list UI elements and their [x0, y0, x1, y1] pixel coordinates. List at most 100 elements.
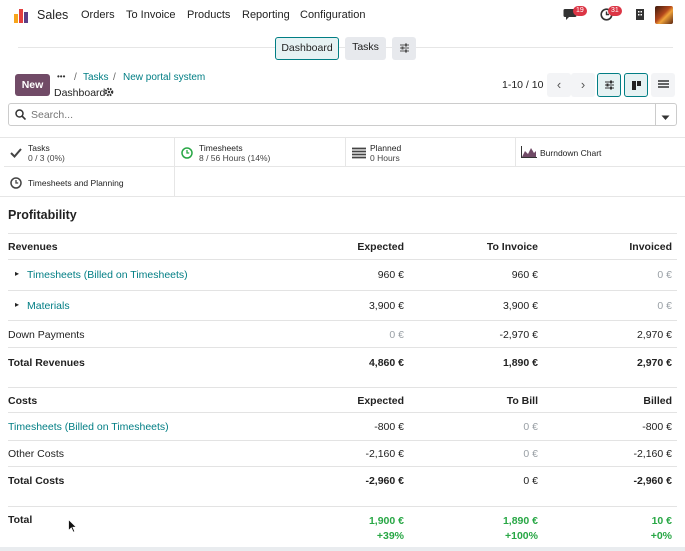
menu-orders[interactable]: Orders: [81, 9, 115, 21]
stat-timesheets-and-planning[interactable]: Timesheets and Planning: [4, 167, 175, 197]
cell-expected: 0 €: [389, 329, 404, 341]
stat-title: Tasks: [28, 143, 50, 153]
cell-to-bill: 0 €: [523, 475, 538, 487]
total-costs-row: Total Costs -2,960 € 0 € -2,960 €: [8, 467, 677, 495]
breadcrumb-tasks[interactable]: Tasks: [83, 72, 109, 83]
search-input[interactable]: [31, 107, 631, 122]
cell-to-invoice: -2,970 €: [499, 329, 538, 341]
cell-invoiced: 2,970 €: [636, 357, 672, 369]
chevron-right-icon: ›: [580, 77, 586, 92]
table-row: Other Costs -2,160 € 0 € -2,160 €: [8, 441, 677, 467]
cell-expected-percent: +39%: [376, 530, 404, 542]
costs-header-row: Costs Expected To Bill Billed: [8, 388, 677, 413]
gear-icon[interactable]: [104, 87, 114, 100]
tasks-icon: [352, 147, 366, 159]
clock-icon: [10, 177, 22, 189]
row-label-link[interactable]: Timesheets (Billed on Timesheets): [27, 269, 188, 281]
stat-value: 8 / 56 Hours (14%): [199, 153, 271, 163]
cell-expected: 1,900 €: [368, 515, 404, 527]
cell-expected: -2,960 €: [365, 475, 404, 487]
table-row[interactable]: ▸ Timesheets (Billed on Timesheets) 960 …: [8, 260, 677, 291]
user-avatar[interactable]: [655, 6, 673, 24]
cell-expected: 4,860 €: [368, 357, 404, 369]
cell-to-invoice: 960 €: [511, 269, 538, 281]
stat-burndown-chart[interactable]: Burndown Chart: [516, 138, 685, 167]
cell-billed: -2,960 €: [633, 475, 672, 487]
table-row[interactable]: ▸ Materials 3,900 € 3,900 € 0 €: [8, 291, 677, 321]
cell-billed: -800 €: [642, 421, 672, 433]
cell-to-invoice: 1,890 €: [502, 515, 538, 527]
chevron-left-icon: ‹: [556, 77, 562, 92]
cell-invoiced: 0 €: [657, 269, 672, 281]
pager-value[interactable]: 1-10 / 10: [502, 79, 543, 91]
pager-next-button[interactable]: ›: [571, 73, 595, 97]
filter-view-button[interactable]: [597, 73, 621, 97]
row-label: Other Costs: [8, 448, 65, 460]
stat-title: Timesheets and Planning: [28, 178, 124, 188]
caret-right-icon[interactable]: ▸: [15, 300, 19, 309]
menu-to-invoice[interactable]: To Invoice: [126, 9, 176, 21]
col-header-revenues: Revenues: [8, 241, 58, 253]
table-row: Down Payments 0 € -2,970 € 2,970 €: [8, 321, 677, 348]
check-icon: [10, 147, 22, 159]
cell-invoiced-percent: +0%: [650, 530, 672, 542]
col-header-expected: Expected: [357, 395, 404, 407]
app-name[interactable]: Sales: [37, 8, 68, 22]
stat-planned[interactable]: Planned 0 Hours: [346, 138, 516, 167]
cell-invoiced: 10 €: [651, 515, 672, 527]
row-label-link[interactable]: Materials: [27, 300, 70, 312]
kanban-icon: [631, 81, 641, 90]
cell-invoiced: 0 €: [657, 300, 672, 312]
kanban-view-button[interactable]: [624, 73, 648, 97]
menu-reporting[interactable]: Reporting: [242, 9, 290, 21]
cell-billed: -2,160 €: [633, 448, 672, 460]
more-actions-icon[interactable]: •••: [57, 72, 65, 81]
row-label: Down Payments: [8, 329, 85, 341]
col-header-expected: Expected: [357, 241, 404, 253]
cell-to-invoice-percent: +100%: [505, 530, 538, 542]
area-chart-icon: [521, 146, 537, 158]
col-header-billed: Billed: [643, 395, 672, 407]
menu-configuration[interactable]: Configuration: [300, 9, 365, 21]
tasks-toggle-button[interactable]: Tasks: [345, 37, 386, 60]
stat-value: 0 Hours: [370, 153, 400, 163]
stat-tasks[interactable]: Tasks 0 / 3 (0%): [4, 138, 175, 167]
cell-to-bill: 0 €: [523, 448, 538, 460]
cell-to-invoice: 1,890 €: [502, 357, 538, 369]
settings-sliders-button[interactable]: [392, 37, 416, 60]
row-label: Total Costs: [8, 475, 65, 487]
search-bar[interactable]: [8, 103, 677, 126]
stat-timesheets[interactable]: Timesheets 8 / 56 Hours (14%): [175, 138, 346, 167]
cell-expected: 960 €: [377, 269, 404, 281]
clock-icon: [181, 147, 193, 159]
top-navbar: Sales Orders To Invoice Products Reporti…: [0, 0, 685, 30]
cell-expected: -800 €: [374, 421, 404, 433]
breadcrumb-project[interactable]: New portal system: [123, 72, 205, 83]
row-label-link[interactable]: Timesheets (Billed on Timesheets): [8, 421, 169, 433]
row-label: Total Revenues: [8, 357, 85, 369]
caret-down-icon[interactable]: [661, 112, 670, 124]
cell-expected: 3,900 €: [368, 300, 404, 312]
cell-expected: -2,160 €: [365, 448, 404, 460]
company-building-icon[interactable]: [635, 8, 645, 24]
stat-title: Timesheets: [199, 143, 243, 153]
list-view-button[interactable]: [651, 73, 675, 97]
caret-right-icon[interactable]: ▸: [15, 269, 19, 278]
section-title: Profitability: [8, 208, 77, 222]
col-header-to-invoice: To Invoice: [486, 241, 538, 253]
cell-to-bill: 0 €: [523, 421, 538, 433]
table-row[interactable]: Timesheets (Billed on Timesheets) -800 €…: [8, 413, 677, 441]
stat-title: Burndown Chart: [540, 148, 602, 158]
dashboard-toggle-button[interactable]: Dashboard: [275, 37, 339, 60]
activity-count-badge: 31: [608, 6, 622, 16]
list-icon: [657, 80, 669, 88]
col-header-to-bill: To Bill: [506, 395, 538, 407]
mouse-cursor-icon: [68, 518, 78, 536]
sales-app-icon[interactable]: [14, 8, 30, 23]
cell-invoiced: 2,970 €: [636, 329, 672, 341]
pager-previous-button[interactable]: ‹: [547, 73, 571, 97]
menu-products[interactable]: Products: [187, 9, 230, 21]
breadcrumb-current: Dashboard: [54, 87, 106, 99]
revenues-header-row: Revenues Expected To Invoice Invoiced: [8, 234, 677, 260]
new-button[interactable]: New: [15, 74, 50, 96]
